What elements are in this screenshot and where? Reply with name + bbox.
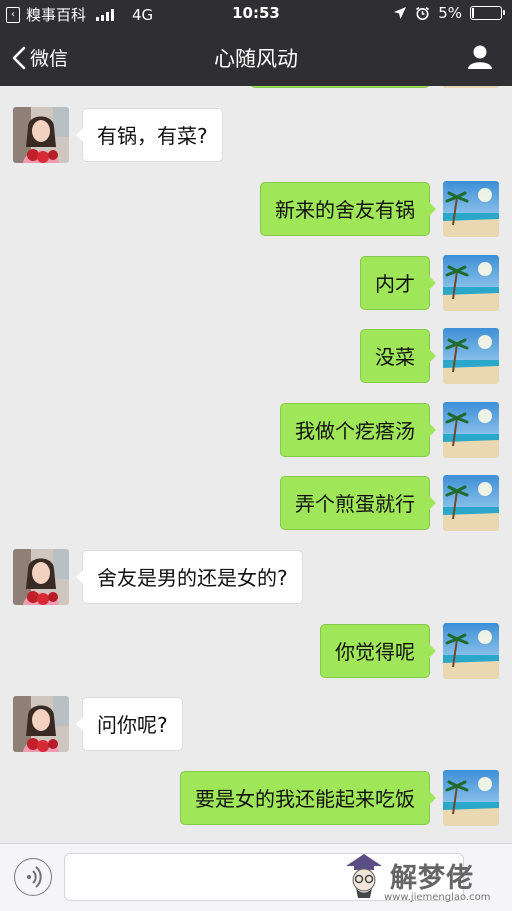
battery-level-fill bbox=[472, 8, 474, 18]
my-avatar[interactable] bbox=[443, 255, 499, 311]
friend-message-bubble[interactable]: 舍友是男的还是女的? bbox=[76, 550, 303, 604]
friend-avatar[interactable] bbox=[13, 696, 69, 752]
my-avatar[interactable] bbox=[443, 770, 499, 826]
status-right: 5% bbox=[393, 4, 505, 22]
my-avatar[interactable] bbox=[443, 402, 499, 458]
my-message-bubble[interactable]: 弄个煎蛋就行 bbox=[280, 476, 436, 530]
mascot-icon bbox=[346, 854, 382, 898]
voice-input-button[interactable] bbox=[14, 858, 52, 896]
friend-message-bubble[interactable]: 有锅，有菜? bbox=[76, 108, 223, 162]
battery-icon bbox=[470, 6, 505, 20]
my-message-bubble[interactable]: 我做个疙瘩汤 bbox=[280, 403, 436, 457]
watermark-logo: 解梦佬 www.jiemenglao.com bbox=[340, 848, 510, 908]
my-avatar[interactable] bbox=[443, 328, 499, 384]
chat-title: 心随风动 bbox=[214, 47, 298, 71]
battery-percent: 5% bbox=[438, 4, 462, 22]
alarm-clock-icon bbox=[416, 6, 430, 20]
my-avatar[interactable] bbox=[443, 181, 499, 237]
friend-avatar[interactable] bbox=[13, 549, 69, 605]
my-message-bubble[interactable]: 你觉得呢 bbox=[320, 624, 436, 678]
my-avatar[interactable] bbox=[443, 623, 499, 679]
watermark-url: www.jiemenglao.com bbox=[384, 892, 491, 903]
partial-previous-bubble bbox=[250, 86, 430, 88]
my-message-bubble[interactable]: 没菜 bbox=[360, 329, 436, 383]
chat-header: 微信 心随风动 bbox=[0, 28, 512, 86]
location-icon bbox=[394, 7, 407, 19]
my-avatar[interactable] bbox=[443, 475, 499, 531]
contact-profile-button[interactable] bbox=[466, 44, 494, 70]
person-icon bbox=[468, 45, 492, 69]
status-bar: ‹ 糗事百科 4G 10:53 5% bbox=[0, 0, 512, 28]
chat-history[interactable]: 有锅，有菜? 新来的舍友有锅 内才 没菜 我做个疙瘩汤 弄个煎蛋就行 舍友是男的… bbox=[0, 86, 512, 843]
voice-wave-icon bbox=[27, 866, 42, 888]
partial-my-avatar bbox=[443, 86, 499, 88]
watermark-text: 解梦佬 bbox=[390, 863, 474, 894]
my-message-bubble[interactable]: 新来的舍友有锅 bbox=[260, 182, 436, 236]
my-message-bubble[interactable]: 要是女的我还能起来吃饭 bbox=[180, 771, 436, 825]
my-message-bubble[interactable]: 内才 bbox=[360, 256, 436, 310]
friend-message-bubble[interactable]: 问你呢? bbox=[76, 697, 183, 751]
friend-avatar[interactable] bbox=[13, 107, 69, 163]
